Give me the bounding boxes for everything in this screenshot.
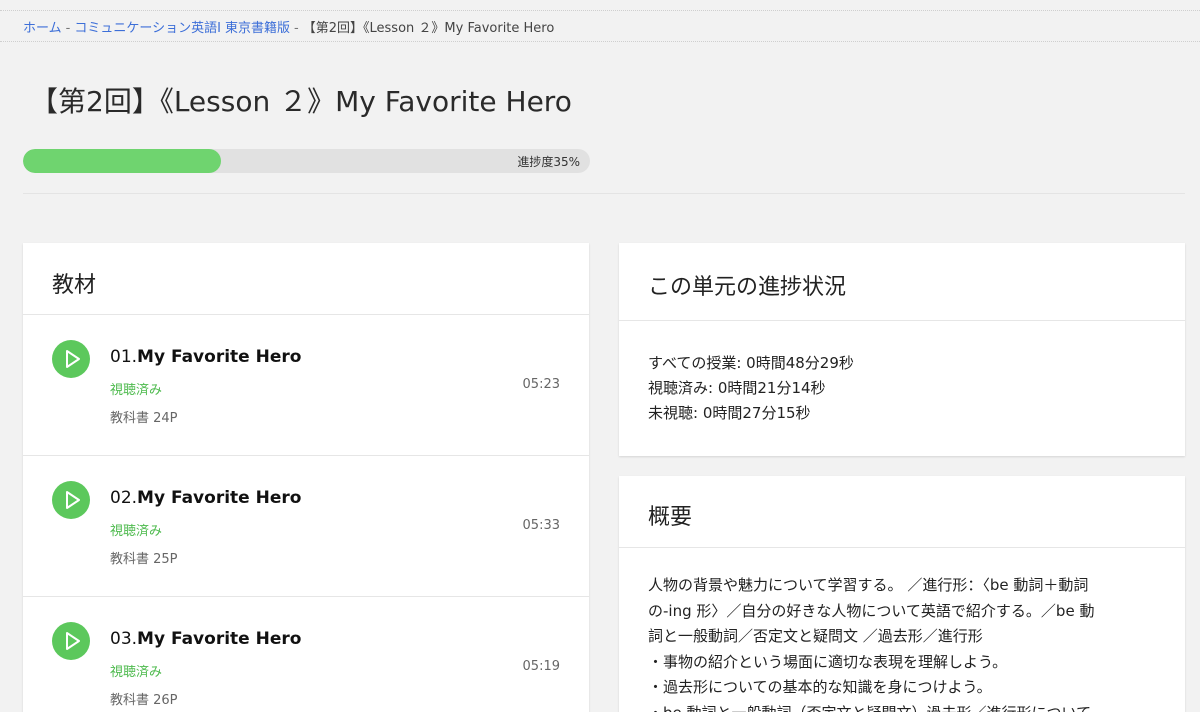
lesson-name: My Favorite Hero	[137, 347, 302, 367]
watched-time: 視聴済み: 0時間21分14秒	[648, 379, 826, 397]
play-icon	[66, 491, 80, 509]
lesson-status: 視聴済み	[110, 665, 163, 680]
lesson-textbook-page: 教科書 24P	[110, 411, 178, 426]
lesson-duration: 05:33	[522, 518, 560, 533]
lesson-number: 01.	[110, 347, 138, 367]
top-divider	[0, 10, 1200, 11]
unit-progress-heading: この単元の進捗状況	[619, 243, 1185, 321]
lesson-item[interactable]: 03.My Favorite Hero 視聴済み 05:19 教科書 26P	[23, 597, 589, 712]
lesson-number: 03.	[110, 629, 138, 649]
play-icon	[66, 350, 80, 368]
breadcrumb-separator: -	[65, 21, 71, 36]
lesson-status: 視聴済み	[110, 524, 163, 539]
unit-progress-stats: すべての授業: 0時間48分29秒 視聴済み: 0時間21分14秒 未視聴: 0…	[619, 321, 1185, 426]
overview-line: 人物の背景や魅力について学習する。 ／進行形：〈be 動詞＋動詞	[648, 576, 1089, 594]
unwatched-time: 未視聴: 0時間27分15秒	[648, 404, 811, 422]
lesson-duration: 05:23	[522, 377, 560, 392]
lesson-textbook-page: 教科書 26P	[110, 693, 178, 708]
overview-line: 詞と一般動詞／否定文と疑問文 ／過去形／進行形	[648, 627, 983, 645]
lesson-duration: 05:19	[522, 659, 560, 674]
progress-bar-fill	[23, 149, 222, 173]
breadcrumb-divider	[0, 41, 1200, 42]
progress-bar: 進捗度35%	[23, 149, 590, 173]
unit-progress-card: この単元の進捗状況 すべての授業: 0時間48分29秒 視聴済み: 0時間21分…	[619, 243, 1185, 456]
section-divider	[23, 193, 1185, 194]
overview-line: の-ing 形〉／自分の好きな人物について英語で紹介する。／be 動	[648, 601, 1095, 620]
play-button[interactable]	[52, 481, 90, 519]
breadcrumb: ホーム - コミュニケーション英語Ⅰ 東京書籍版 - 【第2回】《Lesson ２》My…	[23, 17, 554, 37]
overview-card: 概要 人物の背景や魅力について学習する。 ／進行形：〈be 動詞＋動詞 の-in…	[619, 476, 1185, 712]
overview-text: 人物の背景や魅力について学習する。 ／進行形：〈be 動詞＋動詞 の-ing 形…	[619, 548, 1185, 712]
overview-heading: 概要	[619, 476, 1185, 548]
lesson-title[interactable]: 03.My Favorite Hero	[110, 629, 301, 649]
page-title: 【第2回】《Lesson ２》My Favorite Hero	[30, 85, 572, 118]
lesson-item[interactable]: 02.My Favorite Hero 視聴済み 05:33 教科書 25P	[23, 456, 589, 597]
lesson-title[interactable]: 02.My Favorite Hero	[110, 488, 301, 508]
lesson-name: My Favorite Hero	[137, 629, 302, 649]
lesson-number: 02.	[110, 488, 138, 508]
lesson-textbook-page: 教科書 25P	[110, 552, 178, 567]
lesson-title[interactable]: 01.My Favorite Hero	[110, 347, 301, 367]
play-icon	[66, 632, 80, 650]
breadcrumb-separator: -	[294, 21, 299, 36]
breadcrumb-current: 【第2回】《Lesson ２》My Favorite Hero	[302, 21, 555, 36]
overview-line: ・過去形についての基本的な知識を身につけよう。	[648, 678, 992, 696]
play-button[interactable]	[52, 340, 90, 378]
breadcrumb-home-link[interactable]: ホーム	[23, 21, 62, 36]
lesson-status: 視聴済み	[110, 383, 163, 398]
overview-line: ・be 動詞と一般動詞（否定文と疑問文）過去形／進行形について	[648, 701, 1156, 712]
total-time: すべての授業: 0時間48分29秒	[648, 354, 854, 372]
play-button[interactable]	[52, 622, 90, 660]
progress-label: 進捗度35%	[517, 155, 580, 169]
overview-line: ・事物の紹介という場面に適切な表現を理解しよう。	[648, 652, 1008, 671]
materials-card: 教材 01.My Favorite Hero 視聴済み 05:23 教科書 24…	[23, 243, 589, 712]
breadcrumb-course-link[interactable]: コミュニケーション英語Ⅰ 東京書籍版	[74, 21, 290, 36]
materials-heading: 教材	[23, 243, 589, 315]
lesson-item[interactable]: 01.My Favorite Hero 視聴済み 05:23 教科書 24P	[23, 315, 589, 456]
lesson-name: My Favorite Hero	[137, 488, 302, 508]
